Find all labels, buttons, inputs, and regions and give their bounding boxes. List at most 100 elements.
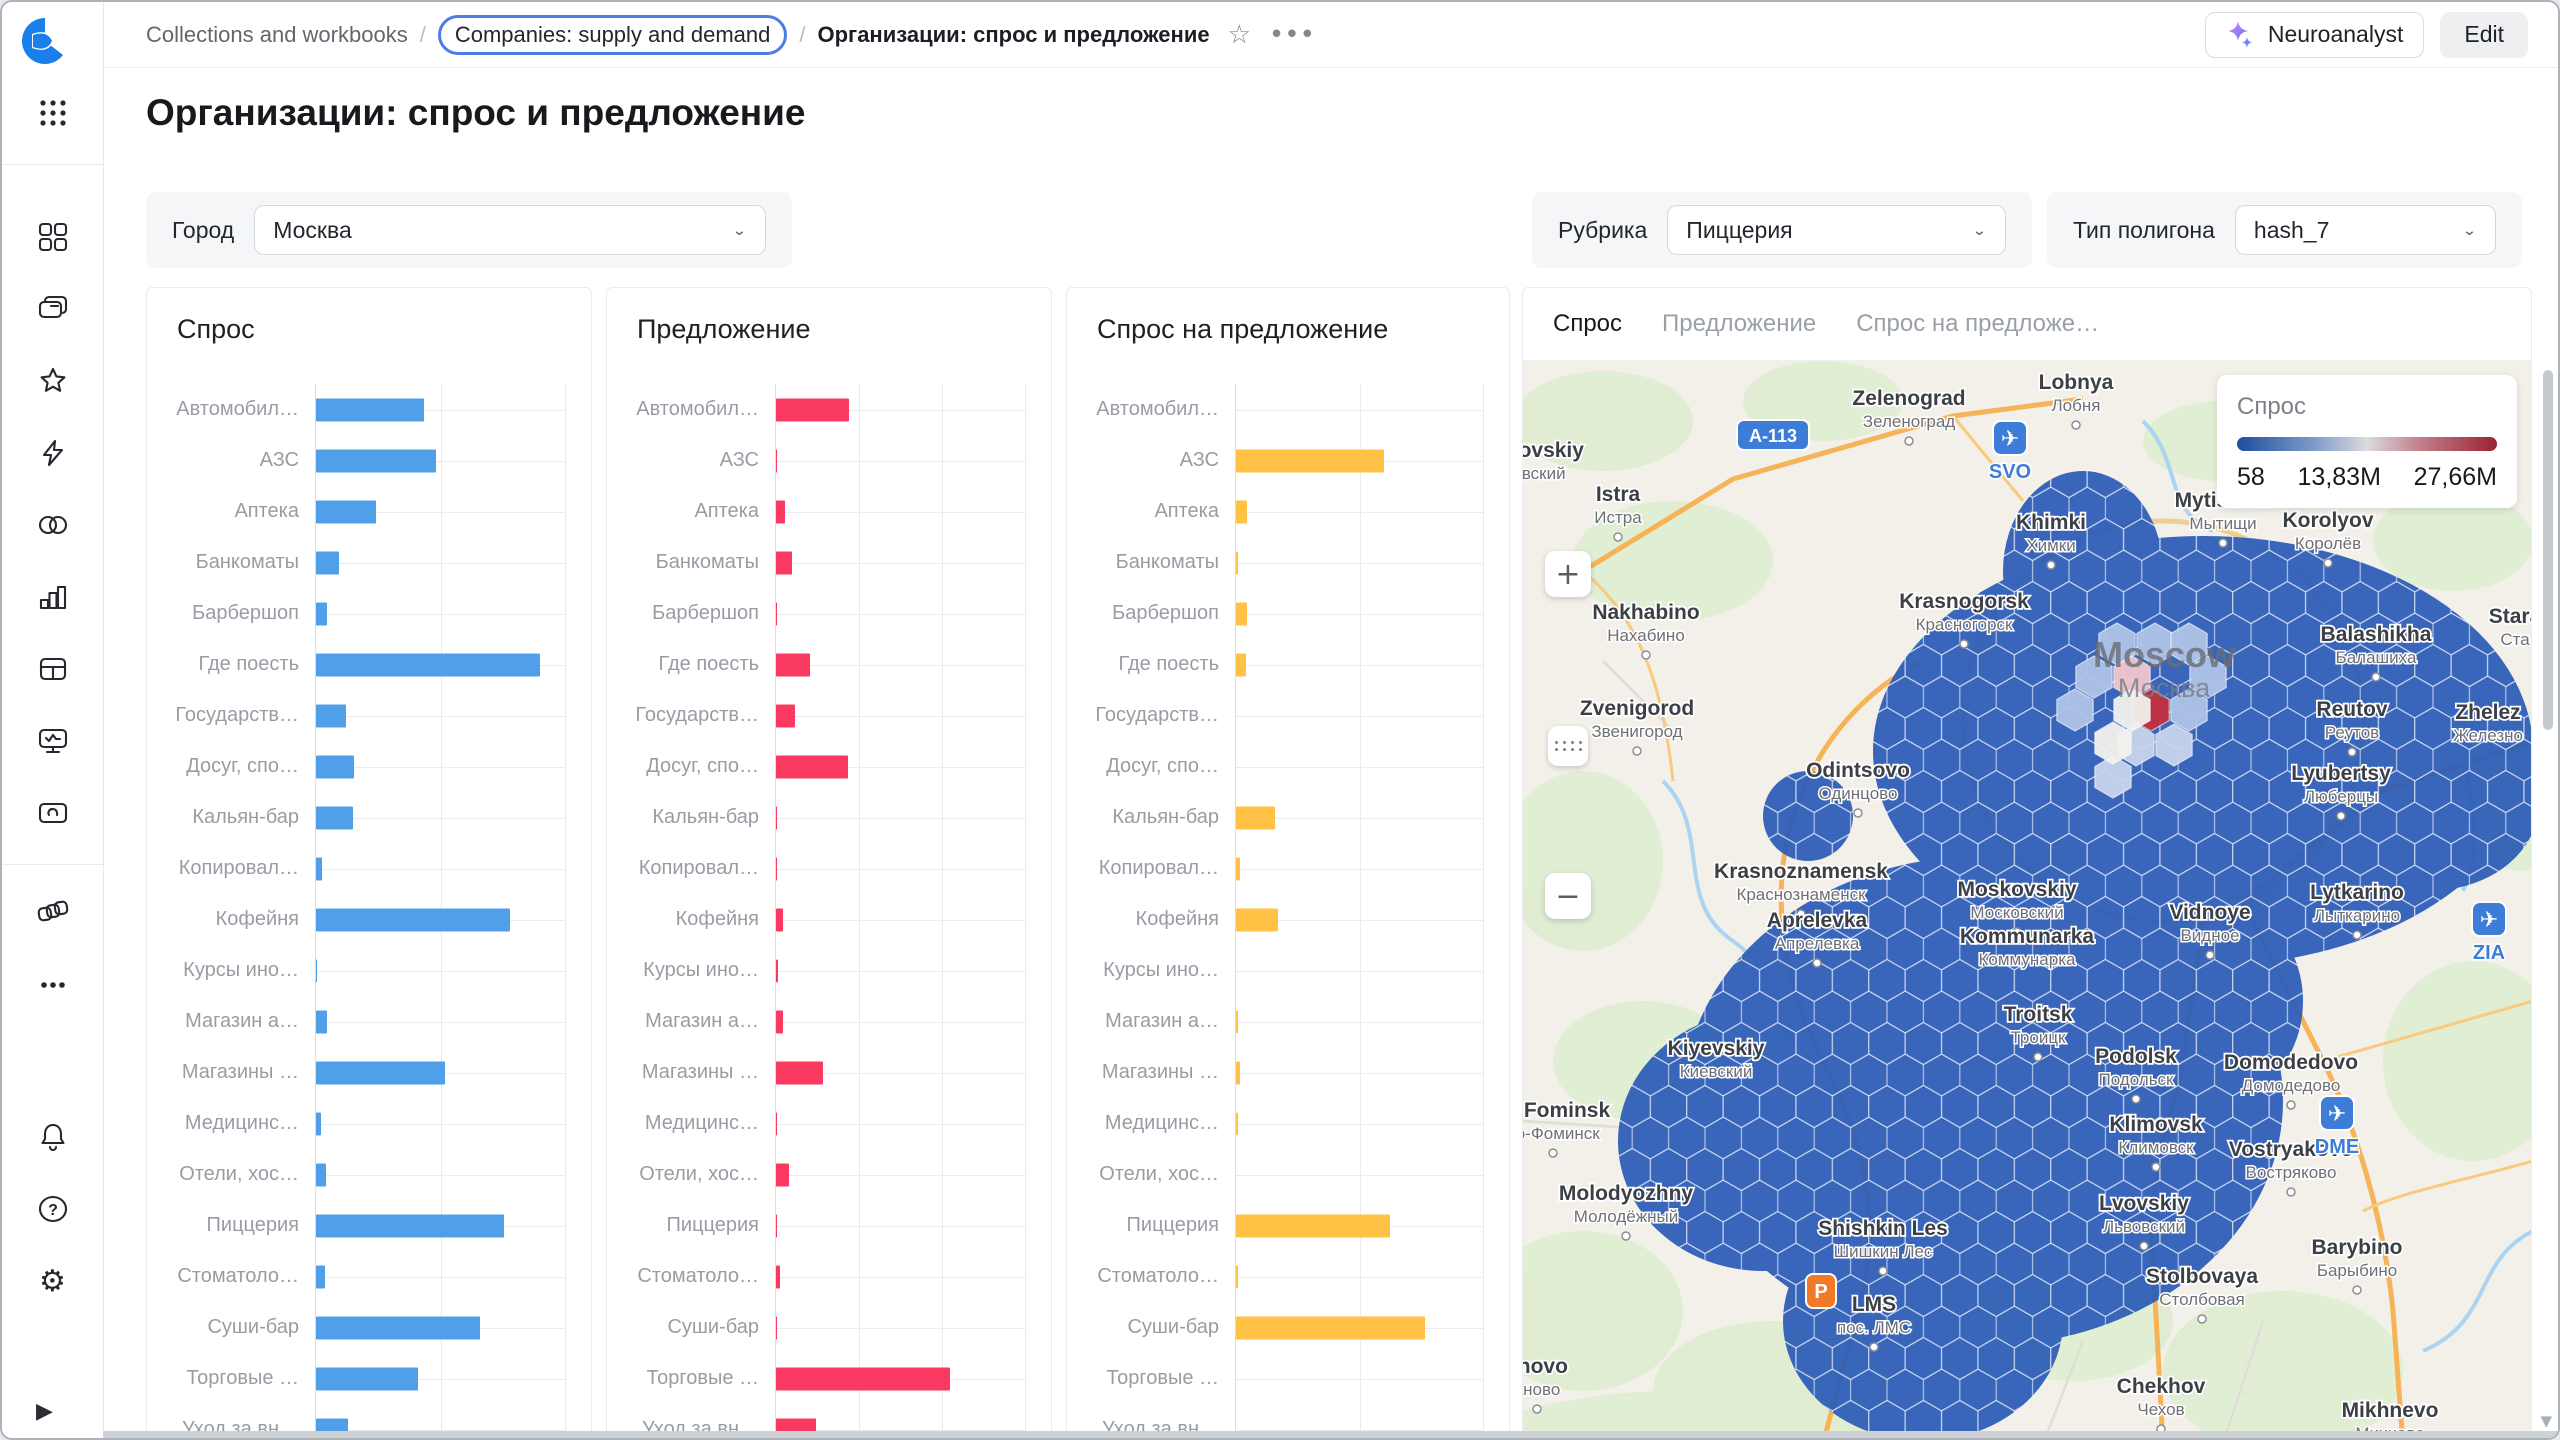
bar-plot-area <box>315 996 565 1047</box>
sidebar-item-collections[interactable] <box>36 292 70 326</box>
bar[interactable] <box>316 398 424 421</box>
bar[interactable] <box>316 704 346 727</box>
sidebar-item-more[interactable] <box>36 968 70 1002</box>
bar[interactable] <box>776 449 777 472</box>
bar[interactable] <box>776 1061 823 1084</box>
sidebar-item-dashboards[interactable] <box>36 220 70 254</box>
breadcrumb-workbook[interactable]: Companies: supply and demand <box>438 15 788 55</box>
map-city-label-ru: Балашиха <box>2336 648 2417 667</box>
bar[interactable] <box>316 755 354 778</box>
favorite-star-icon[interactable]: ☆ <box>1228 20 1251 50</box>
bar[interactable] <box>776 1265 780 1288</box>
bar[interactable] <box>776 1112 777 1135</box>
map-area[interactable]: ZelenogradЗеленоградLobnyaЛобняIstraИстр… <box>1523 361 2531 1437</box>
bar[interactable] <box>1236 500 1247 523</box>
bar[interactable] <box>776 500 785 523</box>
bar[interactable] <box>776 1214 777 1237</box>
settings-gear-icon[interactable]: ⚙ <box>36 1264 70 1298</box>
bar[interactable] <box>316 1163 326 1186</box>
datalens-logo-icon[interactable] <box>20 16 70 66</box>
bar[interactable] <box>316 1367 418 1390</box>
sidebar-item-favorites[interactable] <box>36 364 70 398</box>
map-city-dot <box>1622 1232 1630 1240</box>
bar[interactable] <box>316 551 339 574</box>
bar-row: Копировал… <box>147 843 591 894</box>
bar[interactable] <box>1236 1316 1425 1339</box>
map-tab[interactable]: Предложение <box>1662 310 1816 338</box>
map-city-label-ru: Апрелевка <box>1775 934 1860 953</box>
bar[interactable] <box>1236 602 1247 625</box>
edit-button[interactable]: Edit <box>2440 12 2528 58</box>
horizontal-scrollbar[interactable] <box>103 1431 2558 1438</box>
filter-rubric: Рубрика Пиццерия ⌄ <box>1532 192 2032 268</box>
bar[interactable] <box>316 1316 480 1339</box>
bar[interactable] <box>316 602 327 625</box>
bar[interactable] <box>776 857 777 880</box>
zoom-in-button[interactable]: + <box>1545 551 1591 597</box>
plane-glyph: ✈ <box>2001 426 2019 451</box>
bar[interactable] <box>1236 857 1240 880</box>
bar[interactable] <box>316 500 376 523</box>
sidebar-expand-icon[interactable]: ▶ <box>36 1399 53 1424</box>
bar[interactable] <box>316 1214 504 1237</box>
bar[interactable] <box>316 806 353 829</box>
zoom-out-button[interactable]: − <box>1545 873 1591 919</box>
bar[interactable] <box>1236 806 1275 829</box>
map-city-dot <box>1549 1149 1557 1157</box>
bar[interactable] <box>316 449 436 472</box>
help-icon[interactable]: ? <box>36 1192 70 1226</box>
scrollbar-arrow-icon[interactable]: ▼ <box>2540 1412 2552 1430</box>
sidebar-item-connections[interactable] <box>36 508 70 542</box>
bar[interactable] <box>776 755 848 778</box>
vertical-scrollbar[interactable] <box>2543 370 2553 730</box>
map-canvas[interactable]: ZelenogradЗеленоградLobnyaЛобняIstraИстр… <box>1523 361 2531 1437</box>
bar[interactable] <box>1236 1061 1240 1084</box>
bar[interactable] <box>776 1316 777 1339</box>
bar[interactable] <box>316 908 510 931</box>
ruler-button[interactable] <box>1548 726 1588 766</box>
rubric-select[interactable]: Пиццерия ⌄ <box>1667 205 2006 255</box>
bar[interactable] <box>1236 653 1246 676</box>
notifications-bell-icon[interactable] <box>36 1120 70 1154</box>
bar-plot-area <box>1235 588 1483 639</box>
bar[interactable] <box>776 1010 783 1033</box>
sidebar-item-quick-actions[interactable] <box>36 436 70 470</box>
more-options-icon[interactable]: ••• <box>1269 20 1315 50</box>
category-label: Барбершоп <box>1067 602 1235 625</box>
bar[interactable] <box>316 857 322 880</box>
bar[interactable] <box>776 653 810 676</box>
breadcrumb-collections[interactable]: Collections and workbooks <box>146 22 408 48</box>
neuroanalyst-button[interactable]: Neuroanalyst <box>2205 12 2425 58</box>
bar[interactable] <box>776 806 777 829</box>
bar[interactable] <box>776 1367 950 1390</box>
bar[interactable] <box>316 1061 445 1084</box>
bar-plot-area <box>1235 741 1483 792</box>
bar[interactable] <box>1236 449 1384 472</box>
bar[interactable] <box>316 1010 327 1033</box>
sidebar-item-services[interactable] <box>36 896 70 930</box>
bar[interactable] <box>1236 908 1278 931</box>
bar[interactable] <box>316 653 540 676</box>
bar[interactable] <box>316 1265 325 1288</box>
map-tab[interactable]: Спрос <box>1553 310 1622 338</box>
sidebar-item-storage[interactable] <box>36 796 70 830</box>
gridline <box>565 435 566 486</box>
map-tab[interactable]: Спрос на предложе… <box>1856 310 2099 338</box>
bar[interactable] <box>776 704 795 727</box>
bar-row: Государств… <box>1067 690 1509 741</box>
sidebar-item-charts[interactable] <box>36 580 70 614</box>
city-select[interactable]: Москва ⌄ <box>254 205 766 255</box>
apps-grid-icon[interactable] <box>36 96 70 130</box>
bar[interactable] <box>776 908 783 931</box>
polygon-type-select[interactable]: hash_7 ⌄ <box>2235 205 2496 255</box>
bar[interactable] <box>776 602 777 625</box>
bar-row: Стоматоло… <box>607 1251 1051 1302</box>
sidebar-item-tables[interactable] <box>36 652 70 686</box>
bar[interactable] <box>1236 1214 1390 1237</box>
bar[interactable] <box>776 1163 789 1186</box>
bar[interactable] <box>776 398 849 421</box>
bar[interactable] <box>776 551 792 574</box>
bar-row: Досуг, спо… <box>1067 741 1509 792</box>
bar[interactable] <box>316 1112 321 1135</box>
sidebar-item-editor[interactable] <box>36 724 70 758</box>
